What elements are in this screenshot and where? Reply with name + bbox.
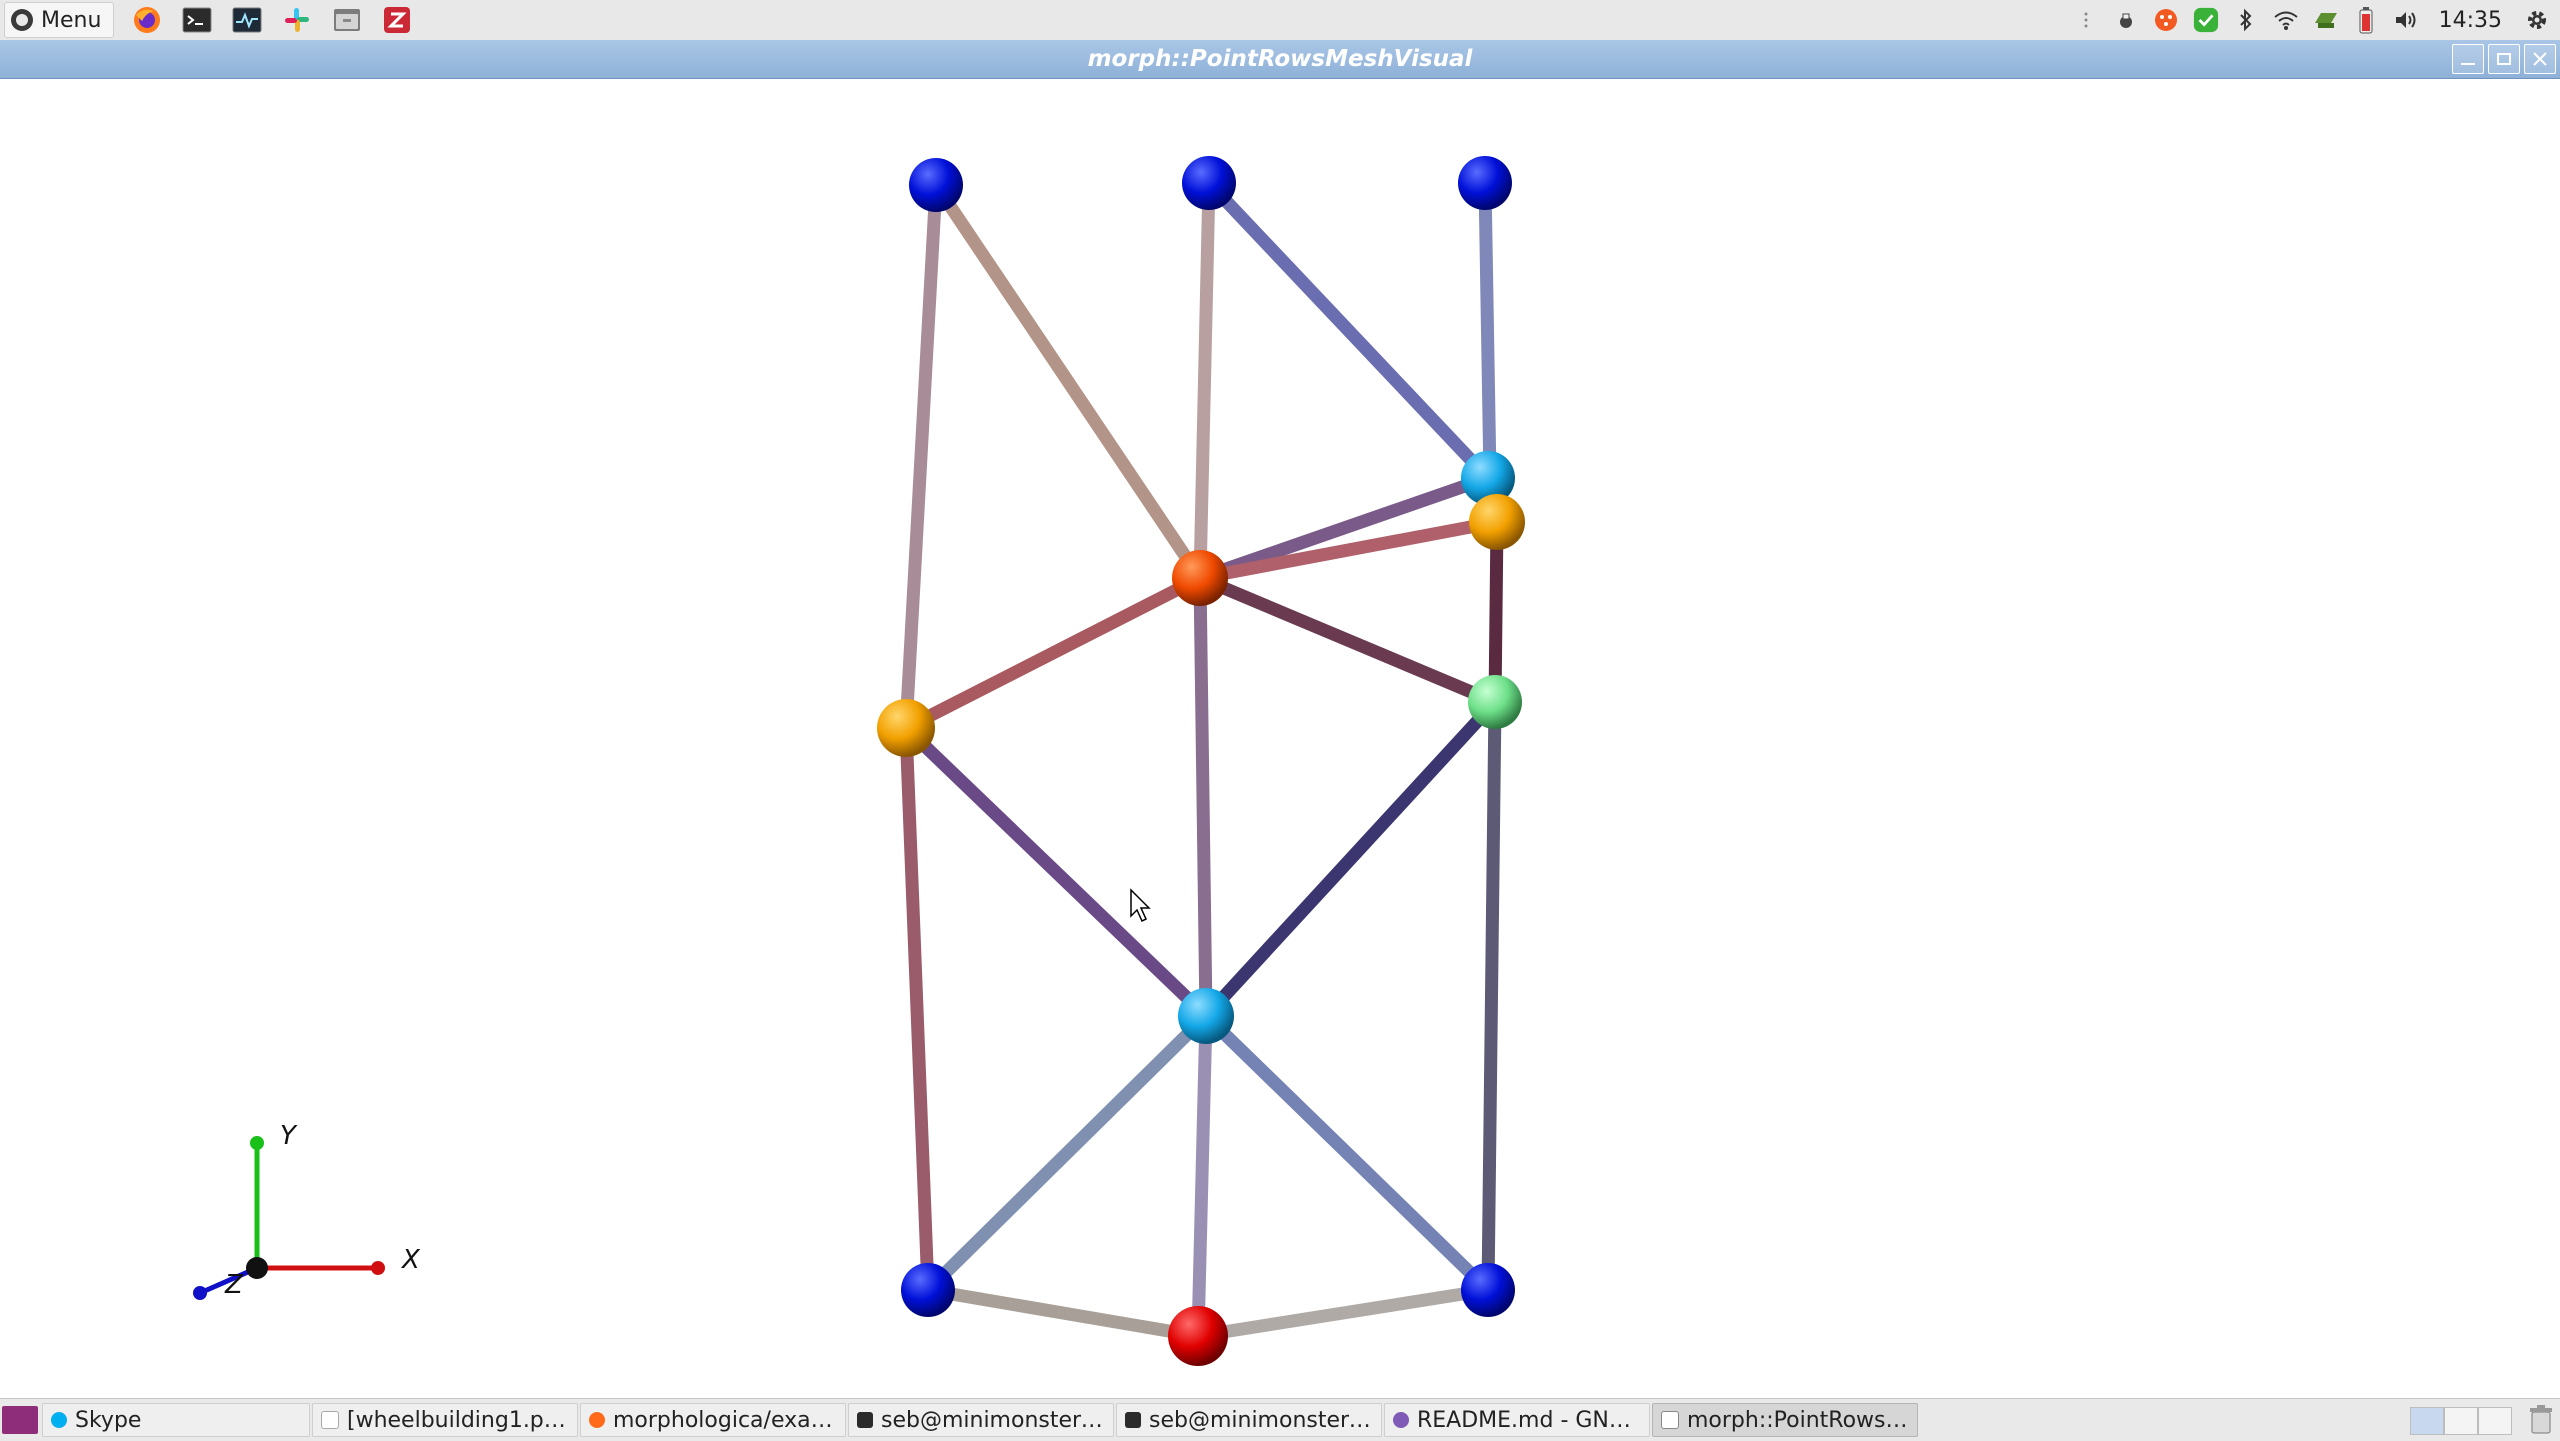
minimize-button[interactable] bbox=[2452, 44, 2484, 74]
y-axis-tip bbox=[250, 1136, 264, 1150]
edge bbox=[1193, 571, 1502, 709]
bluetooth-icon[interactable] bbox=[2233, 7, 2259, 33]
workspace-2[interactable] bbox=[2444, 1407, 2478, 1435]
bottom-panel: Skype [wheelbuilding1.pdf —... morpholog… bbox=[0, 1398, 2560, 1441]
mesh-canvas[interactable]: Y X Z bbox=[0, 79, 2560, 1396]
system-tray: 14:35 bbox=[2073, 0, 2560, 40]
edge bbox=[1202, 176, 1495, 485]
battery-icon[interactable] bbox=[2353, 7, 2379, 34]
terminal-icon bbox=[857, 1412, 873, 1428]
edge bbox=[1193, 176, 1216, 585]
taskbar-item-terminal-2[interactable]: seb@minimonster: ~ bbox=[1116, 1403, 1382, 1437]
mesh-edges bbox=[899, 176, 1504, 1343]
vertex-blue[interactable] bbox=[1182, 156, 1236, 210]
system-monitor-icon[interactable] bbox=[230, 3, 264, 37]
workspace-1[interactable] bbox=[2410, 1407, 2444, 1435]
edge bbox=[1481, 695, 1502, 1297]
taskbar-item-terminal-1[interactable]: seb@minimonster: ~/... bbox=[848, 1403, 1114, 1437]
workspace-3[interactable] bbox=[2478, 1407, 2512, 1435]
firefox-icon bbox=[589, 1412, 605, 1428]
clock[interactable]: 14:35 bbox=[2439, 8, 2502, 33]
taskbar-item-mesh-visual[interactable]: morph::PointRowsMes... bbox=[1652, 1403, 1918, 1437]
z-axis-label: Z bbox=[224, 1270, 244, 1300]
edge bbox=[921, 1283, 1205, 1343]
maximize-button[interactable] bbox=[2488, 44, 2520, 74]
vertex-cyan[interactable] bbox=[1178, 988, 1234, 1044]
close-button[interactable] bbox=[2524, 44, 2556, 74]
update-ok-icon[interactable] bbox=[2193, 7, 2219, 33]
slack-icon[interactable] bbox=[280, 3, 314, 37]
mouse-cursor-icon bbox=[1130, 888, 1151, 923]
taskbar-item-skype[interactable]: Skype bbox=[42, 1403, 310, 1437]
edge bbox=[1191, 1009, 1213, 1343]
edge bbox=[1199, 695, 1502, 1023]
file-manager-icon[interactable] bbox=[330, 3, 364, 37]
app-tray-icon[interactable] bbox=[2153, 7, 2179, 33]
more-indicators-icon[interactable] bbox=[2073, 7, 2099, 33]
edge bbox=[921, 1009, 1213, 1297]
pdf-viewer-icon bbox=[321, 1411, 339, 1429]
top-panel: Menu 14:35 bbox=[0, 0, 2560, 41]
edge bbox=[899, 571, 1207, 735]
vertex-orange[interactable] bbox=[877, 699, 935, 757]
edge bbox=[899, 178, 943, 735]
network-icon[interactable] bbox=[2313, 7, 2339, 33]
y-axis-label: Y bbox=[280, 1121, 298, 1151]
edge bbox=[899, 721, 1213, 1023]
window-icon bbox=[1661, 1411, 1679, 1429]
vertex-blue[interactable] bbox=[901, 1263, 955, 1317]
wifi-icon[interactable] bbox=[2273, 7, 2299, 33]
menu-label: Menu bbox=[41, 7, 102, 33]
edge bbox=[899, 721, 935, 1297]
coordinate-axes: Y X Z bbox=[193, 1121, 421, 1300]
x-axis-tip bbox=[371, 1261, 385, 1275]
firefox-icon[interactable] bbox=[130, 3, 164, 37]
gl-viewport[interactable]: Y X Z bbox=[0, 79, 2560, 1396]
vertex-orange[interactable] bbox=[1469, 494, 1525, 550]
show-desktop-button[interactable] bbox=[2, 1406, 38, 1434]
menu-logo-icon bbox=[11, 9, 33, 31]
taskbar-item-emacs[interactable]: README.md - GNU E... bbox=[1384, 1403, 1650, 1437]
taskbar-item-firefox[interactable]: morphologica/exampl... bbox=[580, 1403, 846, 1437]
trash-icon[interactable] bbox=[2528, 1405, 2554, 1435]
terminal-icon bbox=[1125, 1412, 1141, 1428]
window-title: morph::PointRowsMeshVisual bbox=[1087, 46, 1473, 72]
vertex-red[interactable] bbox=[1168, 1306, 1228, 1366]
vertex-blue[interactable] bbox=[909, 158, 963, 212]
edge bbox=[1191, 1283, 1495, 1343]
close-icon bbox=[2533, 52, 2547, 66]
vertex-red-orange[interactable] bbox=[1172, 550, 1228, 606]
edge bbox=[929, 178, 1207, 585]
edge bbox=[1193, 571, 1213, 1023]
skype-icon bbox=[51, 1412, 67, 1428]
vertex-blue[interactable] bbox=[1461, 1263, 1515, 1317]
vertex-blue[interactable] bbox=[1458, 156, 1512, 210]
emacs-icon bbox=[1393, 1412, 1409, 1428]
axes-origin bbox=[246, 1257, 268, 1279]
x-axis-label: X bbox=[400, 1245, 421, 1275]
printer-icon[interactable] bbox=[2113, 7, 2139, 33]
window-controls bbox=[2452, 44, 2556, 74]
volume-icon[interactable] bbox=[2393, 7, 2419, 33]
taskbar-item-pdf[interactable]: [wheelbuilding1.pdf —... bbox=[312, 1403, 578, 1437]
minimize-icon bbox=[2461, 63, 2475, 65]
maximize-icon bbox=[2497, 53, 2511, 65]
terminal-icon[interactable] bbox=[180, 3, 214, 37]
vertex-green[interactable] bbox=[1468, 675, 1522, 729]
zotero-icon[interactable] bbox=[380, 3, 414, 37]
window-titlebar[interactable]: morph::PointRowsMeshVisual bbox=[0, 40, 2560, 79]
edge bbox=[1478, 176, 1497, 485]
z-axis-tip bbox=[193, 1286, 207, 1300]
edge bbox=[1199, 1009, 1495, 1297]
settings-gear-icon[interactable] bbox=[2524, 7, 2550, 33]
menu-button[interactable]: Menu bbox=[4, 2, 115, 38]
